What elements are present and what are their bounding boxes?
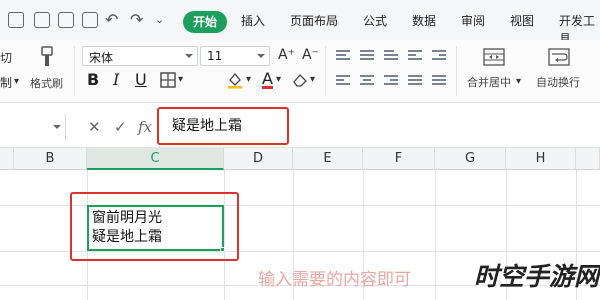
font-color-button[interactable]: A: [262, 71, 273, 89]
name-box[interactable]: [0, 114, 66, 140]
orientation-icon[interactable]: [408, 50, 422, 60]
fill-color-icon[interactable]: [226, 71, 244, 89]
align-bottom-icon[interactable]: [384, 50, 398, 60]
column-header-G[interactable]: G: [435, 148, 506, 170]
chevron-down-icon: [53, 125, 61, 129]
confirm-button[interactable]: ✓: [114, 118, 127, 136]
tab-review[interactable]: 审阅: [461, 12, 485, 30]
tab-start[interactable]: 开始: [183, 11, 227, 33]
column-header-E[interactable]: E: [293, 148, 363, 170]
title-toolbar: ↶ ↷ ⌄ 开始 插入 页面布局 公式 数据 审阅 视图 开发工具: [0, 0, 600, 46]
font-name-select[interactable]: 宋体: [82, 46, 198, 66]
chevron-down-icon: [257, 54, 265, 58]
wrap-text-label[interactable]: 自动换行: [536, 76, 580, 90]
formula-bar: ✕ ✓ fx: [0, 104, 600, 148]
cell-highlight-box: [70, 192, 239, 261]
customize-dropdown-icon[interactable]: ⌄: [155, 10, 164, 30]
clear-format-icon[interactable]: [292, 72, 308, 88]
undo-icon[interactable]: ↶: [105, 10, 118, 30]
font-name-value: 宋体: [89, 51, 114, 65]
align-top-icon[interactable]: [336, 50, 350, 60]
align-justify-icon[interactable]: [408, 75, 422, 85]
border-icon[interactable]: [160, 72, 176, 88]
column-header-C[interactable]: C: [87, 148, 224, 170]
fill-color-dropdown-icon[interactable]: ▾: [246, 72, 251, 88]
cancel-button[interactable]: ✕: [88, 118, 101, 136]
print-preview-icon[interactable]: [82, 12, 98, 28]
column-header-D[interactable]: D: [224, 148, 293, 170]
print-icon[interactable]: [58, 12, 74, 28]
format-painter-icon[interactable]: [38, 46, 56, 68]
tab-insert[interactable]: 插入: [241, 12, 265, 30]
column-header-F[interactable]: F: [363, 148, 435, 170]
format-painter-label[interactable]: 格式刷: [30, 77, 63, 91]
align-middle-icon[interactable]: [360, 50, 374, 60]
column-header-partial[interactable]: [576, 148, 600, 170]
distributed-icon[interactable]: [432, 75, 446, 85]
column-header-partial[interactable]: [0, 148, 14, 170]
align-right-icon[interactable]: [384, 75, 398, 85]
merge-center-label[interactable]: 合并居中: [467, 76, 511, 90]
formula-highlight-box: [157, 107, 289, 145]
border-dropdown-icon[interactable]: ▾: [178, 72, 183, 88]
watermark-logo: 时空手游网: [474, 262, 600, 291]
font-size-value: 11: [207, 49, 223, 63]
column-header-H[interactable]: H: [506, 148, 576, 170]
align-center-icon[interactable]: [360, 75, 374, 85]
copy-label[interactable]: 制: [0, 75, 12, 91]
tab-page-layout[interactable]: 页面布局: [290, 12, 338, 30]
file-icon[interactable]: [8, 12, 24, 28]
ribbon-divider: [74, 46, 75, 96]
shrink-font-button[interactable]: A⁻: [302, 47, 319, 63]
grow-font-button[interactable]: A⁺: [278, 47, 295, 63]
font-size-select[interactable]: 11: [200, 46, 270, 66]
ribbon-divider: [456, 46, 457, 96]
column-header-B[interactable]: B: [14, 148, 87, 170]
underline-button[interactable]: U: [135, 71, 147, 89]
insert-function-button[interactable]: fx: [138, 118, 152, 136]
ribbon-divider: [325, 46, 326, 96]
font-color-dropdown-icon[interactable]: ▾: [276, 72, 281, 88]
tab-data[interactable]: 数据: [412, 12, 436, 30]
align-left-icon[interactable]: [336, 75, 350, 85]
bold-button[interactable]: B: [87, 71, 99, 89]
italic-button[interactable]: I: [113, 71, 119, 89]
copy-dropdown-icon[interactable]: ▾: [14, 74, 19, 90]
tab-formulas[interactable]: 公式: [363, 12, 387, 30]
indent-icon[interactable]: [432, 50, 446, 60]
grid-line: [435, 170, 436, 300]
cut-label[interactable]: 切: [0, 50, 12, 66]
merge-center-dropdown-icon[interactable]: ▾: [516, 74, 521, 90]
chevron-down-icon: [185, 54, 193, 58]
save-icon[interactable]: [34, 12, 50, 28]
merge-center-icon[interactable]: [483, 48, 505, 66]
wrap-text-icon[interactable]: [548, 48, 570, 66]
tab-view[interactable]: 视图: [510, 12, 534, 30]
annotation-text: 输入需要的内容即可: [258, 270, 411, 290]
redo-icon[interactable]: ↷: [130, 10, 143, 30]
clear-format-dropdown-icon[interactable]: ▾: [310, 72, 315, 88]
